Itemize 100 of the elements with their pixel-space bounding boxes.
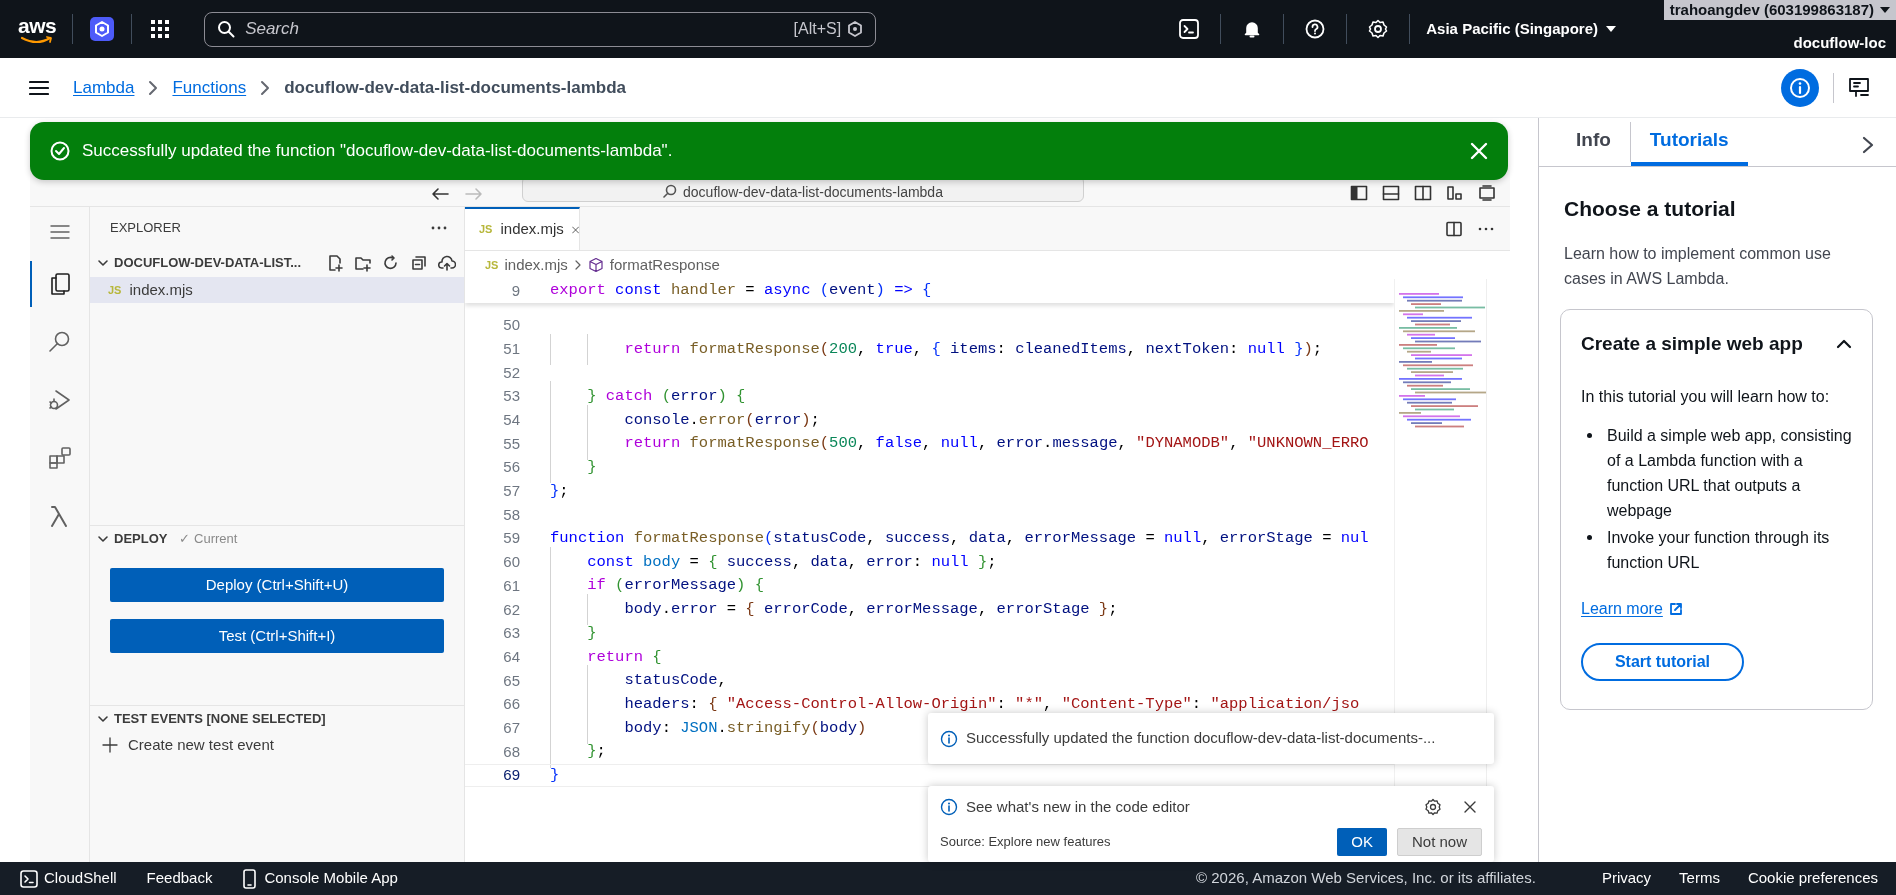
footer-link[interactable]: CloudShell: [20, 867, 117, 890]
js-file-icon: JS: [108, 281, 122, 299]
line-number: 50: [502, 315, 520, 336]
settings-icon[interactable]: [1424, 798, 1442, 816]
copyright-text: © 2026, Amazon Web Services, Inc. or its affiliates.: [1196, 868, 1536, 889]
refresh-icon[interactable]: [382, 254, 400, 272]
line-number: 55: [502, 433, 520, 454]
back-arrow-icon[interactable]: [430, 186, 450, 202]
file-row[interactable]: JS index.mjs: [90, 277, 464, 303]
more-actions-icon[interactable]: [430, 225, 448, 231]
cube-icon: [587, 257, 604, 273]
success-message: Successfully updated the function "docuflow-dev-data-list-documents-lambda".: [82, 140, 674, 163]
code-line: }: [550, 764, 560, 786]
code-line: function formatResponse(statusCode, success, data, errorMessage = null, errorStage = nul: [550, 528, 1369, 550]
line-number: 58: [502, 504, 520, 525]
line-number: 56: [502, 457, 520, 478]
learn-more-link[interactable]: Learn more: [1581, 597, 1683, 621]
line-number: 69: [502, 765, 520, 786]
close-icon[interactable]: [1464, 801, 1476, 813]
search-input[interactable]: Search: [245, 16, 794, 42]
start-tutorial-button[interactable]: Start tutorial: [1581, 643, 1744, 681]
new-folder-icon[interactable]: [354, 254, 372, 272]
info-icon: [940, 729, 958, 748]
help-icon[interactable]: [1304, 18, 1327, 40]
collapse-all-icon[interactable]: [410, 254, 428, 272]
chevron-right-icon: [260, 79, 271, 96]
breadcrumb-link[interactable]: Lambda: [73, 74, 135, 101]
line-number: 68: [502, 741, 520, 762]
search-field[interactable]: Search [Alt+S]: [204, 11, 877, 47]
deploy-button[interactable]: Deploy (Ctrl+Shift+U): [110, 568, 444, 602]
footer-link[interactable]: Cookie preferences: [1747, 867, 1878, 890]
line-number: 51: [502, 338, 520, 359]
card-header[interactable]: Create a simple web app: [1581, 329, 1852, 358]
footer-link[interactable]: Terms: [1679, 867, 1720, 890]
notification-message: See what's new in the code editor: [966, 796, 1190, 817]
ok-button[interactable]: OK: [1337, 828, 1387, 856]
more-actions-icon[interactable]: [1478, 226, 1494, 231]
test-button[interactable]: Test (Ctrl+Shift+I): [110, 619, 444, 653]
presentation-icon[interactable]: [1848, 76, 1870, 99]
info-icon: [940, 798, 958, 816]
split-editor-icon[interactable]: [1446, 220, 1462, 237]
line-number: 66: [502, 694, 520, 715]
breadcrumb-file[interactable]: index.mjs: [504, 253, 568, 277]
breadcrumb-link[interactable]: Functions: [172, 74, 247, 101]
info-icon: [1789, 76, 1811, 99]
breadcrumb-symbol[interactable]: formatResponse: [609, 253, 720, 277]
sidebar-layout-icon[interactable]: [1350, 184, 1368, 202]
chevron-right-icon: [573, 259, 582, 271]
settings-icon[interactable]: [1367, 18, 1390, 40]
grid-menu-icon[interactable]: [150, 19, 171, 39]
extensions-icon[interactable]: [46, 445, 73, 471]
deploy-status: ✓ Current: [179, 530, 238, 549]
hexagon-app-icon[interactable]: [89, 16, 116, 42]
line-number: 65: [502, 670, 520, 691]
line-number: 52: [502, 362, 520, 383]
chevron-right-icon[interactable]: [1862, 136, 1874, 154]
account-menu[interactable]: trahoangdev (603199863187): [1663, 0, 1896, 20]
card-intro: In this tutorial you will learn how to:: [1581, 387, 1831, 407]
line-number: 61: [502, 575, 520, 596]
fullscreen-icon[interactable]: [1478, 184, 1496, 202]
notification-message: Successfully updated the function docuflow-dev-data-list-documents-...: [966, 728, 1436, 749]
split-layout-icon[interactable]: [1414, 184, 1432, 202]
code-line: export const handler = async (event) => {: [550, 280, 932, 302]
info-button[interactable]: [1781, 68, 1819, 107]
aws-logo[interactable]: aws: [18, 14, 57, 44]
create-test-event-item[interactable]: Create new test event: [90, 731, 464, 759]
terminal-icon: [20, 869, 38, 888]
run-debug-icon[interactable]: [46, 387, 73, 413]
line-number: 62: [502, 599, 520, 620]
region-selector[interactable]: Asia Pacific (Singapore): [1426, 17, 1616, 41]
explorer-title: EXPLORER: [110, 219, 182, 238]
folder-row[interactable]: DOCUFLOW-DEV-DATA-LIST...: [96, 253, 316, 273]
line-number: 63: [502, 623, 520, 644]
line-number: 57: [502, 481, 520, 502]
test-events-header[interactable]: TEST EVENTS [NONE SELECTED]: [90, 707, 464, 731]
customize-layout-icon[interactable]: [1446, 184, 1464, 202]
dismiss-button[interactable]: Not now: [1396, 828, 1482, 856]
line-number: 53: [502, 386, 520, 407]
shortcut-hint: [Alt+S]: [793, 19, 842, 39]
caret-down-icon: [1880, 7, 1890, 13]
footer-link[interactable]: Privacy: [1601, 867, 1652, 890]
external-link-icon: [1668, 602, 1683, 616]
hexagon-icon: [847, 21, 864, 37]
panel-tab[interactable]: Info: [1557, 118, 1630, 166]
terminal-icon[interactable]: [1178, 18, 1201, 40]
new-file-icon[interactable]: [326, 254, 344, 272]
editor-tab[interactable]: JS index.mjs: [465, 207, 580, 250]
caret-down-icon: [1606, 26, 1616, 32]
js-file-icon: JS: [485, 256, 499, 274]
panel-tab[interactable]: Tutorials: [1630, 118, 1748, 166]
panel-layout-icon[interactable]: [1382, 184, 1400, 202]
bullet-text: Invoke your function through its function URL: [1607, 528, 1831, 573]
footer-link[interactable]: Console Mobile App: [242, 867, 398, 890]
phone-icon: [242, 868, 259, 889]
footer-link[interactable]: Feedback: [146, 867, 213, 890]
menu-icon[interactable]: [29, 79, 49, 96]
line-number: 9: [510, 280, 520, 301]
cloud-upload-icon[interactable]: [438, 254, 456, 272]
line-number: 54: [502, 410, 520, 431]
deploy-section-header[interactable]: DEPLOY: [96, 529, 168, 549]
